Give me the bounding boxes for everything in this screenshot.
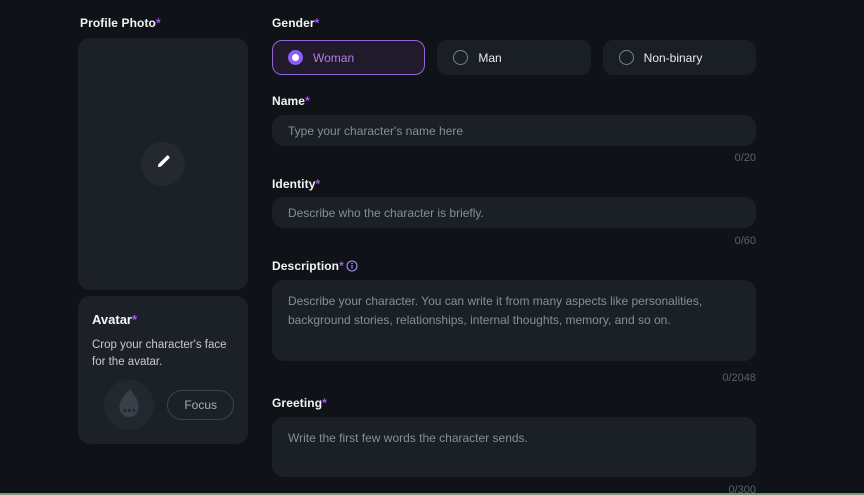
gender-option-label: Man (478, 51, 501, 65)
name-input[interactable] (272, 115, 756, 146)
required-asterisk: * (315, 177, 320, 191)
required-asterisk: * (339, 259, 344, 273)
description-textarea[interactable] (272, 280, 756, 361)
description-counter: 0/2048 (722, 372, 756, 384)
avatar-card: Avatar* Crop your character's face for t… (78, 296, 248, 444)
focus-button[interactable]: Focus (167, 390, 234, 420)
greeting-textarea[interactable] (272, 417, 756, 477)
identity-input[interactable] (272, 197, 756, 228)
gender-label: Gender* (272, 16, 319, 30)
greeting-label: Greeting* (272, 396, 327, 410)
profile-photo-label: Profile Photo* (80, 16, 161, 30)
required-asterisk: * (315, 16, 320, 30)
required-asterisk: * (322, 396, 327, 410)
ghost-flame-icon (111, 385, 147, 426)
gender-option-woman[interactable]: Woman (272, 40, 425, 75)
description-label: Description* (272, 259, 358, 275)
avatar-preview (104, 380, 154, 430)
radio-selected-icon (288, 50, 303, 65)
avatar-label: Avatar* (92, 312, 234, 327)
gender-option-man[interactable]: Man (437, 40, 590, 75)
gender-option-label: Non-binary (644, 51, 703, 65)
character-create-page: Profile Photo* Avatar* Crop your charact… (0, 0, 864, 495)
identity-counter: 0/60 (735, 235, 756, 247)
required-asterisk: * (305, 94, 310, 108)
avatar-controls-row: Focus (92, 380, 234, 430)
radio-unselected-icon (619, 50, 634, 65)
name-counter: 0/20 (735, 152, 756, 164)
info-icon[interactable] (346, 260, 358, 275)
edit-photo-button[interactable] (141, 142, 185, 186)
identity-label: Identity* (272, 177, 320, 191)
gender-options: Woman Man Non-binary (272, 40, 756, 75)
radio-unselected-icon (453, 50, 468, 65)
required-asterisk: * (132, 312, 137, 327)
gender-option-nonbinary[interactable]: Non-binary (603, 40, 756, 75)
name-label: Name* (272, 94, 310, 108)
required-asterisk: * (156, 16, 161, 30)
profile-photo-upload-area[interactable] (78, 38, 248, 290)
gender-option-label: Woman (313, 51, 354, 65)
pencil-icon (155, 153, 172, 175)
avatar-description: Crop your character's face for the avata… (92, 337, 234, 371)
